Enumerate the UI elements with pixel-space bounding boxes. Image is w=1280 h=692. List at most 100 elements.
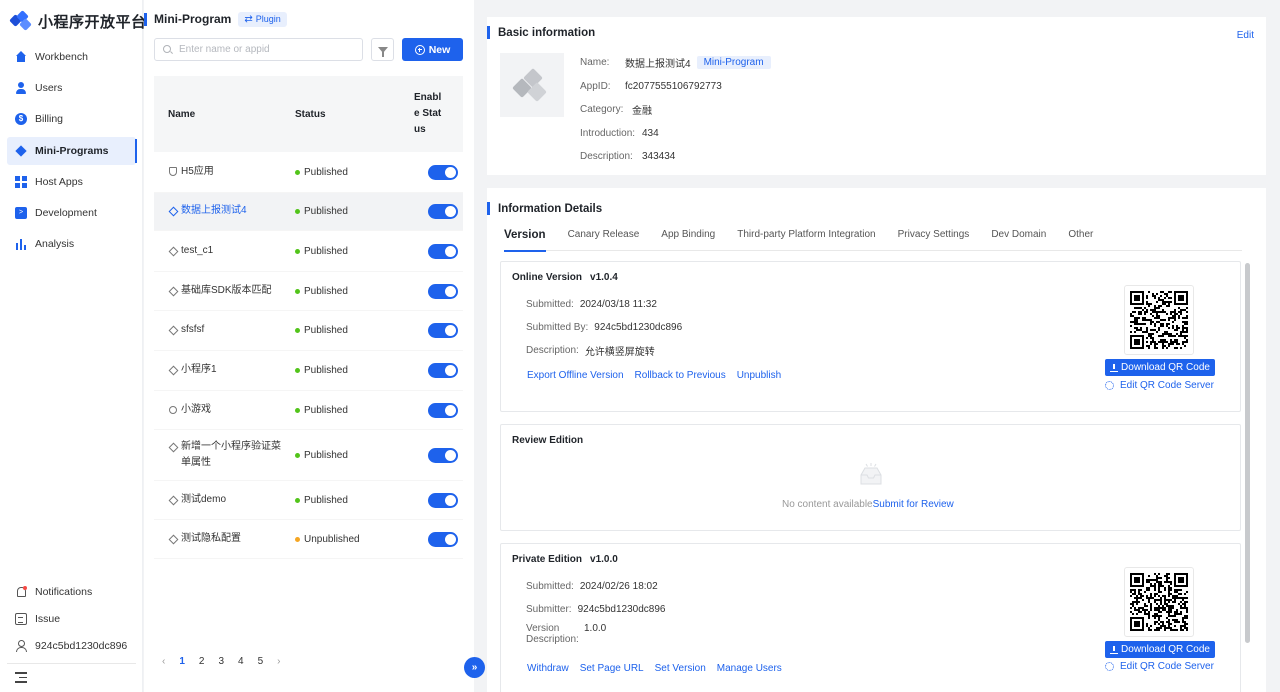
prev-page-button[interactable]: ‹	[162, 656, 165, 667]
page-1-button[interactable]: 1	[179, 656, 185, 667]
tab-dev-domain[interactable]: Dev Domain	[991, 229, 1046, 251]
diamond-icon	[15, 145, 27, 157]
plugin-switch-badge[interactable]: ⇄ Plugin	[238, 11, 287, 27]
enable-status-toggle[interactable]	[428, 323, 458, 338]
rollback-link[interactable]: Rollback to Previous	[635, 370, 726, 381]
row-status-cell: Published	[282, 450, 414, 461]
app-type-icon	[168, 246, 177, 255]
nav-item-analysis[interactable]: Analysis	[7, 230, 136, 258]
table-row[interactable]: 基础库SDK版本匹配 Published	[154, 272, 463, 311]
empty-inbox-icon	[860, 463, 882, 485]
online-edit-qr-server-link[interactable]: Edit QR Code Server	[1105, 380, 1214, 391]
row-name: 小游戏	[181, 403, 211, 415]
row-name-cell: 小游戏	[154, 402, 282, 419]
edit-basic-info-link[interactable]: Edit	[1237, 30, 1254, 41]
tab-canary-release[interactable]: Canary Release	[568, 229, 640, 251]
table-row[interactable]: test_c1 Published	[154, 231, 463, 272]
row-toggle-cell	[414, 402, 463, 418]
user-icon	[15, 82, 27, 95]
row-name-cell: 测试隐私配置	[154, 531, 282, 548]
page-5-button[interactable]: 5	[258, 656, 264, 667]
tab-other[interactable]: Other	[1068, 229, 1093, 251]
enable-status-toggle[interactable]	[428, 531, 458, 547]
nav-item-users[interactable]: Users	[7, 74, 136, 102]
submit-for-review-link[interactable]: Submit for Review	[873, 499, 954, 510]
unpublish-link[interactable]: Unpublish	[737, 370, 781, 381]
new-button[interactable]: New	[402, 38, 463, 61]
private-qr-code	[1124, 567, 1194, 637]
page-3-button[interactable]: 3	[218, 656, 224, 667]
edit-qr-label: Edit QR Code Server	[1120, 661, 1214, 672]
submitted-value: 2024/03/18 11:32	[579, 299, 657, 310]
enable-status-toggle[interactable]	[428, 402, 458, 418]
nav-item-development[interactable]: > Development	[7, 199, 136, 227]
withdraw-link[interactable]: Withdraw	[527, 663, 569, 674]
private-edit-qr-server-link[interactable]: Edit QR Code Server	[1105, 661, 1214, 672]
issue-link[interactable]: Issue	[7, 605, 136, 632]
row-status: Published	[304, 449, 348, 461]
tab-third-party-integration[interactable]: Third-party Platform Integration	[737, 229, 875, 251]
status-dot	[295, 368, 300, 373]
filter-button[interactable]	[371, 38, 394, 61]
divider	[7, 663, 136, 664]
tab-privacy-settings[interactable]: Privacy Settings	[898, 229, 970, 251]
set-page-url-link[interactable]: Set Page URL	[580, 663, 644, 674]
nav-item-billing[interactable]: $ Billing	[7, 105, 136, 133]
clipboard-icon	[15, 612, 27, 625]
tab-version[interactable]: Version	[504, 229, 546, 252]
submitted-label: Submitted:	[526, 299, 574, 310]
enable-status-toggle[interactable]	[428, 283, 458, 299]
private-download-qr-button[interactable]: Download QR Code	[1105, 641, 1215, 658]
next-page-button[interactable]: ›	[277, 656, 280, 667]
gear-icon	[1105, 662, 1114, 671]
table-row[interactable]: 小程序1 Published	[154, 351, 463, 391]
private-version-number: v1.0.0	[590, 554, 618, 565]
row-name: 小程序1	[181, 364, 217, 376]
enable-status-toggle[interactable]	[428, 363, 458, 378]
set-version-link[interactable]: Set Version	[655, 663, 706, 674]
enable-status-toggle[interactable]	[428, 204, 458, 219]
status-dot	[295, 536, 300, 542]
export-offline-version-link[interactable]: Export Offline Version	[527, 370, 624, 381]
private-submitted-field: Submitted: 2024/02/26 18:02	[526, 575, 665, 598]
page-4-button[interactable]: 4	[238, 656, 244, 667]
table-row[interactable]: 小游戏 Published	[154, 391, 463, 430]
manage-users-link[interactable]: Manage Users	[717, 663, 782, 674]
table-row[interactable]: sfsfsf Published	[154, 311, 463, 351]
table-row[interactable]: 数据上报测试4 Published	[154, 193, 463, 231]
account-link[interactable]: 924c5bd1230dc896	[7, 632, 136, 659]
table-row[interactable]: 测试demo Published	[154, 481, 463, 520]
table-row[interactable]: 新增一个小程序验证菜单属性 Published	[154, 430, 463, 481]
nav-item-workbench[interactable]: Workbench	[7, 43, 136, 71]
tab-app-binding[interactable]: App Binding	[661, 229, 715, 251]
enable-status-toggle[interactable]	[428, 164, 458, 180]
table-row[interactable]: H5应用 Published	[154, 152, 463, 193]
enable-status-toggle[interactable]	[428, 447, 458, 463]
search-input[interactable]	[179, 44, 359, 55]
row-status: Unpublished	[304, 533, 360, 545]
online-download-qr-button[interactable]: Download QR Code	[1105, 359, 1215, 376]
status-dot	[295, 407, 300, 413]
submitted-by-label: Submitted By:	[526, 322, 589, 333]
nav-item-host-apps[interactable]: Host Apps	[7, 168, 136, 196]
column-header-status: Status	[295, 108, 326, 120]
category-label: Category:	[580, 104, 624, 116]
table-row[interactable]: 测试隐私配置 Unpublished	[154, 520, 463, 559]
details-header: Information Details	[487, 202, 602, 215]
row-status-cell: Unpublished	[282, 534, 414, 545]
row-status: Published	[304, 285, 348, 297]
review-edition-title: Review Edition	[512, 435, 584, 446]
enable-status-toggle[interactable]	[428, 243, 458, 259]
notifications-link[interactable]: Notifications	[7, 578, 136, 605]
page-2-button[interactable]: 2	[199, 656, 205, 667]
enable-status-toggle[interactable]	[428, 492, 458, 508]
name-label: Name:	[580, 57, 610, 69]
expand-panel-button[interactable]: »	[464, 657, 485, 678]
basic-info-header: Basic information	[487, 26, 595, 39]
details-scrollbar[interactable]	[1245, 263, 1250, 643]
row-status: Published	[304, 325, 348, 336]
collapse-menu-icon[interactable]	[15, 672, 27, 683]
description-field: Description: 343434	[580, 145, 771, 169]
brand[interactable]: 小程序开放平台	[9, 10, 147, 32]
nav-item-mini-programs[interactable]: Mini-Programs	[7, 136, 137, 165]
